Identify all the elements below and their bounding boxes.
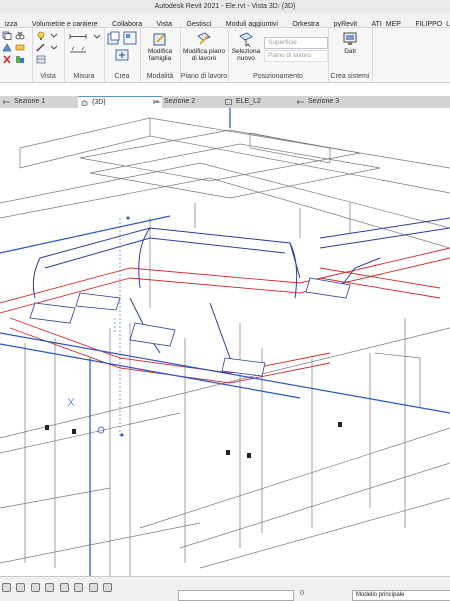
modifica-famiglia-label: Modifica famiglia — [147, 48, 173, 62]
group-label-crea-sistemi: Crea sistemi — [330, 73, 370, 80]
seleziona-nuovo-label: Seleziona nuovo — [231, 48, 261, 62]
group-label-modalita: Modalità — [146, 73, 174, 80]
tab-ele-l2[interactable]: ELE_L2 — [222, 96, 304, 108]
tab-sezione-3[interactable]: Sezione 3 — [294, 96, 378, 108]
visual-style-icon[interactable] — [30, 583, 40, 592]
ribbon-tab[interactable]: pyRevit — [329, 18, 362, 27]
render-icon[interactable] — [74, 583, 84, 592]
ribbon-tab[interactable]: Moduli aggiuntivi — [221, 18, 283, 27]
group-label-misura: Misura — [73, 73, 95, 80]
scale-icon[interactable] — [2, 583, 11, 592]
group-label-vista: Vista — [40, 73, 56, 80]
edit-family-icon — [153, 33, 166, 46]
dati-button[interactable]: Dati — [334, 31, 366, 55]
seleziona-nuovo-button[interactable]: Seleziona nuovo — [230, 31, 262, 62]
lock-icon[interactable] — [103, 583, 113, 592]
tab-sezione-2[interactable]: Sezione 2 — [150, 96, 232, 108]
join-icon[interactable] — [15, 55, 25, 64]
group-label-posizionamento: Posizionamento — [253, 73, 303, 80]
tab-label: Sezione 3 — [308, 98, 340, 105]
sun-path-icon[interactable] — [45, 583, 55, 592]
ribbon-tab[interactable]: izza — [0, 18, 22, 27]
ribbon-group-crea-sistemi: Dati Crea sistemi — [328, 28, 373, 82]
lightbulb-icon[interactable] — [36, 31, 46, 40]
group-label-crea: Crea — [114, 73, 130, 80]
view-icon[interactable] — [36, 55, 46, 64]
tab-label: Sezione 1 — [14, 98, 46, 105]
ribbon-tab-bar: izza Volumetrie e cantiere Collabora Vis… — [0, 13, 450, 28]
status-text-field[interactable] — [178, 590, 294, 601]
group-label-piano-di-lavoro: Piano di lavoro — [180, 73, 228, 80]
floor-plan-icon — [225, 99, 232, 105]
ribbon-tab[interactable]: Orkestra — [287, 18, 324, 27]
create-icon[interactable] — [115, 49, 129, 61]
modifica-piano-button[interactable]: Modifica piano di lavoro — [182, 31, 226, 62]
cut-icon[interactable] — [15, 31, 25, 40]
tab-label: ELE_L2 — [236, 98, 261, 105]
component-icon[interactable] — [107, 31, 121, 45]
cube-3d-icon — [81, 100, 88, 106]
section-view-icon — [3, 100, 10, 104]
selection-count: 0 — [300, 590, 304, 597]
piano-lavoro-option-label: Piano di lavoro — [268, 52, 311, 59]
workplane-edit-icon — [197, 32, 211, 45]
pencil-icon[interactable] — [36, 43, 46, 52]
ribbon-group-piano-di-lavoro: Modifica piano di lavoro Piano di lavoro — [180, 28, 229, 82]
ribbon-panel: Vista Misura Crea Modifica famiglia Moda… — [0, 28, 450, 83]
ribbon-group-modalita: Modifica famiglia Modalità — [140, 28, 181, 82]
tab-label: {3D} — [92, 99, 106, 106]
ribbon-tab[interactable]: Volumetrie e cantiere — [27, 18, 103, 27]
modifica-famiglia-button[interactable]: Modifica famiglia — [142, 31, 178, 62]
select-new-icon — [239, 32, 253, 47]
superficie-label: Superficie — [268, 39, 297, 46]
window-title: Autodesk Revit 2021 - Ele.rvt - Vista 3D… — [0, 0, 450, 13]
piano-lavoro-option[interactable]: Piano di lavoro — [264, 50, 328, 62]
ribbon-group-misura: Misura — [64, 28, 105, 82]
delete-icon[interactable] — [2, 55, 12, 64]
detail-level-icon[interactable] — [16, 583, 26, 592]
measure-icon[interactable] — [69, 32, 87, 41]
section-view-icon — [153, 100, 160, 104]
model-wireframe — [0, 108, 450, 576]
ribbon-group-modify — [0, 28, 33, 82]
group-icon[interactable] — [123, 31, 137, 45]
dati-label: Dati — [344, 48, 356, 55]
section-view-icon — [297, 100, 304, 104]
ribbon-group-posizionamento: Seleziona nuovo Superficie Piano di lavo… — [228, 28, 329, 82]
ribbon-tab[interactable]: FILIPPO_LAB — [410, 18, 450, 27]
status-bar: 0 Modello principale — [0, 576, 450, 601]
ribbon-tab[interactable]: Collabora — [107, 18, 147, 27]
match-icon[interactable] — [15, 43, 25, 52]
dimension-icon[interactable] — [69, 45, 87, 54]
ribbon-group-vista: Vista — [32, 28, 65, 82]
model-dropdown[interactable]: Modello principale — [352, 590, 450, 601]
tab-sezione-1[interactable]: Sezione 1 — [0, 96, 84, 108]
copy-icon[interactable] — [2, 31, 12, 40]
ribbon-tab[interactable]: Vista — [152, 18, 177, 27]
modifica-piano-label: Modifica piano di lavoro — [183, 48, 225, 62]
paste-icon[interactable] — [2, 43, 12, 52]
view-control-bar — [2, 579, 113, 592]
superficie-option[interactable]: Superficie — [264, 37, 328, 49]
tab-label: Sezione 2 — [164, 98, 196, 105]
crop-icon[interactable] — [88, 583, 98, 592]
dropdown-arrow-icon[interactable] — [92, 32, 102, 41]
dropdown-arrow-icon[interactable] — [49, 43, 59, 52]
ribbon-group-crea: Crea — [104, 28, 141, 82]
data-system-icon — [343, 32, 357, 45]
3d-viewport[interactable] — [0, 108, 450, 576]
ribbon-tab[interactable]: ATI_MEP — [367, 18, 406, 27]
dropdown-arrow-icon[interactable] — [49, 31, 59, 40]
ribbon-tab[interactable]: Gestisci — [181, 18, 216, 27]
shadows-icon[interactable] — [59, 583, 69, 592]
